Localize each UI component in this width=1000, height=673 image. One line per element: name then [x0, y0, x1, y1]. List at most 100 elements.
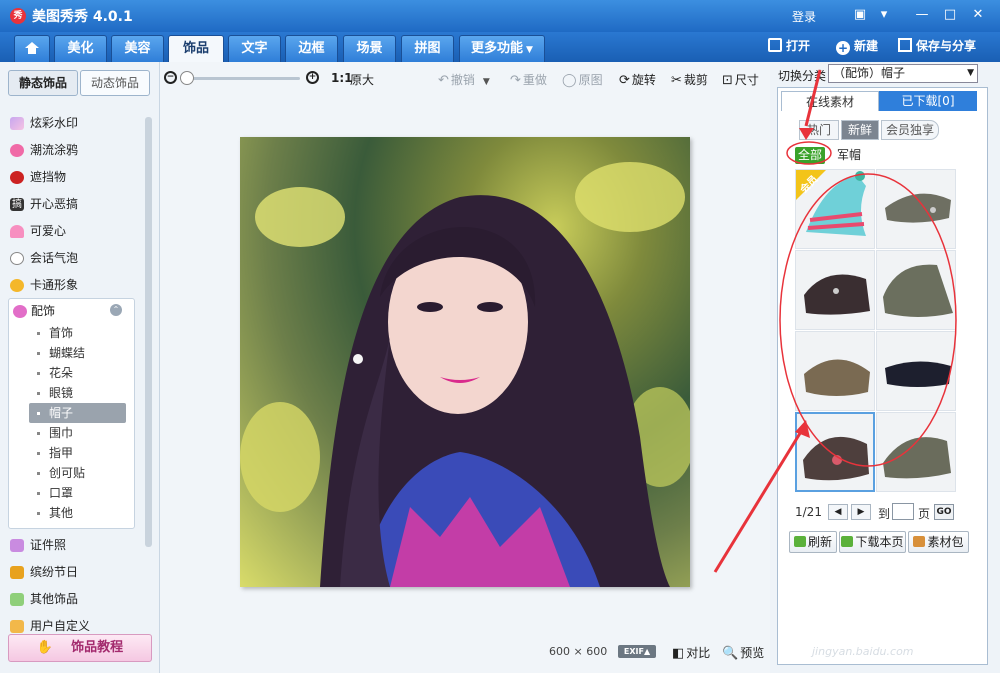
- tab-accessories[interactable]: 饰品: [168, 35, 224, 62]
- close-icon[interactable]: ✕: [968, 6, 988, 24]
- category-label: 遮挡物: [30, 170, 67, 184]
- feedback-icon[interactable]: ▣: [850, 6, 870, 24]
- go-button[interactable]: GO: [934, 504, 954, 520]
- next-page-button[interactable]: ▶: [851, 504, 871, 520]
- undo-button[interactable]: ↶ 撤销 ▼: [438, 71, 490, 88]
- left-scrollbar[interactable]: [145, 117, 152, 547]
- category-item-expanded[interactable]: 配饰 ⌃: [9, 299, 134, 323]
- minimize-icon[interactable]: —: [912, 6, 932, 24]
- military-cap-thumbnail: [804, 359, 870, 396]
- category-item[interactable]: 卡通形象: [8, 272, 148, 299]
- material-item[interactable]: 会员: [795, 169, 875, 249]
- filter-fresh[interactable]: 新鲜: [841, 120, 879, 140]
- tab-static-accessories[interactable]: 静态饰品: [8, 70, 78, 96]
- rotate-button[interactable]: ⟳ 旋转: [619, 71, 656, 88]
- material-pack-label: 素材包: [927, 535, 964, 549]
- crop-label: 裁剪: [683, 73, 708, 87]
- subcategory-item[interactable]: 眼镜: [9, 383, 134, 403]
- undo-label: 撤销: [450, 73, 475, 87]
- tab-online-materials[interactable]: 在线素材: [781, 91, 879, 111]
- photo-canvas[interactable]: [240, 137, 690, 587]
- crop-button[interactable]: ✂ 裁剪: [671, 71, 708, 88]
- subcategory-item[interactable]: 围巾: [9, 423, 134, 443]
- category-item[interactable]: 其他饰品: [8, 586, 148, 613]
- material-item[interactable]: [876, 169, 956, 249]
- login-link[interactable]: 登录: [792, 8, 816, 25]
- category-item[interactable]: 搞开心恶搞: [8, 191, 148, 218]
- material-item[interactable]: [876, 250, 956, 330]
- page-input[interactable]: [892, 503, 914, 520]
- prev-page-button[interactable]: ◀: [828, 504, 848, 520]
- tutorial-label: 饰品教程: [71, 640, 124, 655]
- image-width: 600: [549, 645, 570, 658]
- category-item[interactable]: 炫彩水印: [8, 110, 148, 137]
- category-item[interactable]: 证件照: [8, 532, 148, 559]
- tab-scene[interactable]: 场景: [343, 35, 396, 62]
- accessory-tutorial-button[interactable]: ✋ 饰品教程: [8, 634, 152, 662]
- tab-beauty[interactable]: 美容: [111, 35, 164, 62]
- preview-button[interactable]: 🔍 预览: [722, 644, 764, 661]
- app-title: 美图秀秀 4.0.1: [32, 9, 133, 25]
- material-item[interactable]: [795, 250, 875, 330]
- zoom-slider-handle[interactable]: [180, 71, 194, 85]
- category-item[interactable]: 缤纷节日: [8, 559, 148, 586]
- collapse-icon[interactable]: ⌃: [110, 304, 122, 316]
- zoom-in-icon[interactable]: +: [306, 71, 319, 84]
- save-share-label: 保存与分享: [916, 39, 977, 53]
- subcategory-item[interactable]: 首饰: [9, 323, 134, 343]
- open-button[interactable]: 打开: [768, 37, 810, 54]
- subcategory-item[interactable]: 指甲: [9, 443, 134, 463]
- category-label: 会话气泡: [30, 251, 79, 265]
- new-button[interactable]: + 新建: [836, 37, 878, 55]
- save-share-button[interactable]: 保存与分享: [898, 37, 976, 54]
- chip-all[interactable]: 全部: [795, 147, 826, 164]
- filter-member[interactable]: 会员独享: [881, 120, 939, 140]
- original-size-button[interactable]: 原大: [350, 71, 374, 88]
- filter-hot[interactable]: 热门: [799, 120, 839, 140]
- title-bar: 秀 美图秀秀 4.0.1 登录 ▣ ▾ — □ ✕: [0, 0, 1000, 32]
- maximize-icon[interactable]: □: [940, 6, 960, 24]
- zoom-out-icon[interactable]: −: [164, 71, 177, 84]
- subcategory-item[interactable]: 创可贴: [9, 463, 134, 483]
- military-cap-thumbnail: [883, 264, 953, 317]
- chip-military-cap[interactable]: 军帽: [834, 147, 864, 164]
- tab-collage[interactable]: 拼图: [401, 35, 454, 62]
- material-item[interactable]: [876, 412, 956, 492]
- rotate-label: 旋转: [631, 73, 656, 87]
- subcategory-item-selected[interactable]: 帽子: [29, 403, 126, 423]
- tab-more[interactable]: 更多功能 ▼: [459, 35, 545, 62]
- redo-button[interactable]: ↷ 重做: [510, 71, 547, 88]
- tab-downloaded[interactable]: 已下载[0]: [879, 91, 977, 111]
- material-pack-button[interactable]: 素材包: [908, 531, 969, 553]
- tab-animated-accessories[interactable]: 动态饰品: [80, 70, 150, 96]
- plus-circle-icon: +: [836, 41, 850, 55]
- subcategory-item[interactable]: 蝴蝶结: [9, 343, 134, 363]
- material-item[interactable]: [876, 331, 956, 411]
- category-item[interactable]: 会话气泡: [8, 245, 148, 272]
- refresh-button[interactable]: 刷新: [789, 531, 837, 553]
- subcategory-item[interactable]: 花朵: [9, 363, 134, 383]
- size-button[interactable]: ⊡ 尺寸: [722, 71, 759, 88]
- zoom-slider[interactable]: [184, 77, 300, 80]
- category-label: 缤纷节日: [30, 565, 79, 579]
- tab-more-label: 更多功能: [471, 41, 524, 56]
- compare-button[interactable]: ◧ 对比: [672, 644, 710, 661]
- tab-beautify[interactable]: 美化: [54, 35, 107, 62]
- subcategory-item[interactable]: 其他: [9, 503, 134, 523]
- tab-home[interactable]: [14, 35, 50, 62]
- download-page-button[interactable]: 下载本页: [839, 531, 906, 553]
- original-button[interactable]: ◯ 原图: [562, 71, 603, 88]
- category-item[interactable]: 可爱心: [8, 218, 148, 245]
- menu-icon[interactable]: ▾: [874, 6, 894, 24]
- material-item[interactable]: [795, 331, 875, 411]
- category-item[interactable]: 潮流涂鸦: [8, 137, 148, 164]
- exif-button[interactable]: EXIF▲: [618, 645, 656, 658]
- category-select[interactable]: （配饰）帽子 ▼: [828, 64, 978, 83]
- tab-text[interactable]: 文字: [228, 35, 281, 62]
- redo-icon: ↷: [510, 73, 521, 88]
- tab-frame[interactable]: 边框: [285, 35, 338, 62]
- subcategory-item[interactable]: 口罩: [9, 483, 134, 503]
- compare-label: 对比: [686, 646, 711, 660]
- material-item-selected[interactable]: [795, 412, 875, 492]
- category-item[interactable]: 遮挡物: [8, 164, 148, 191]
